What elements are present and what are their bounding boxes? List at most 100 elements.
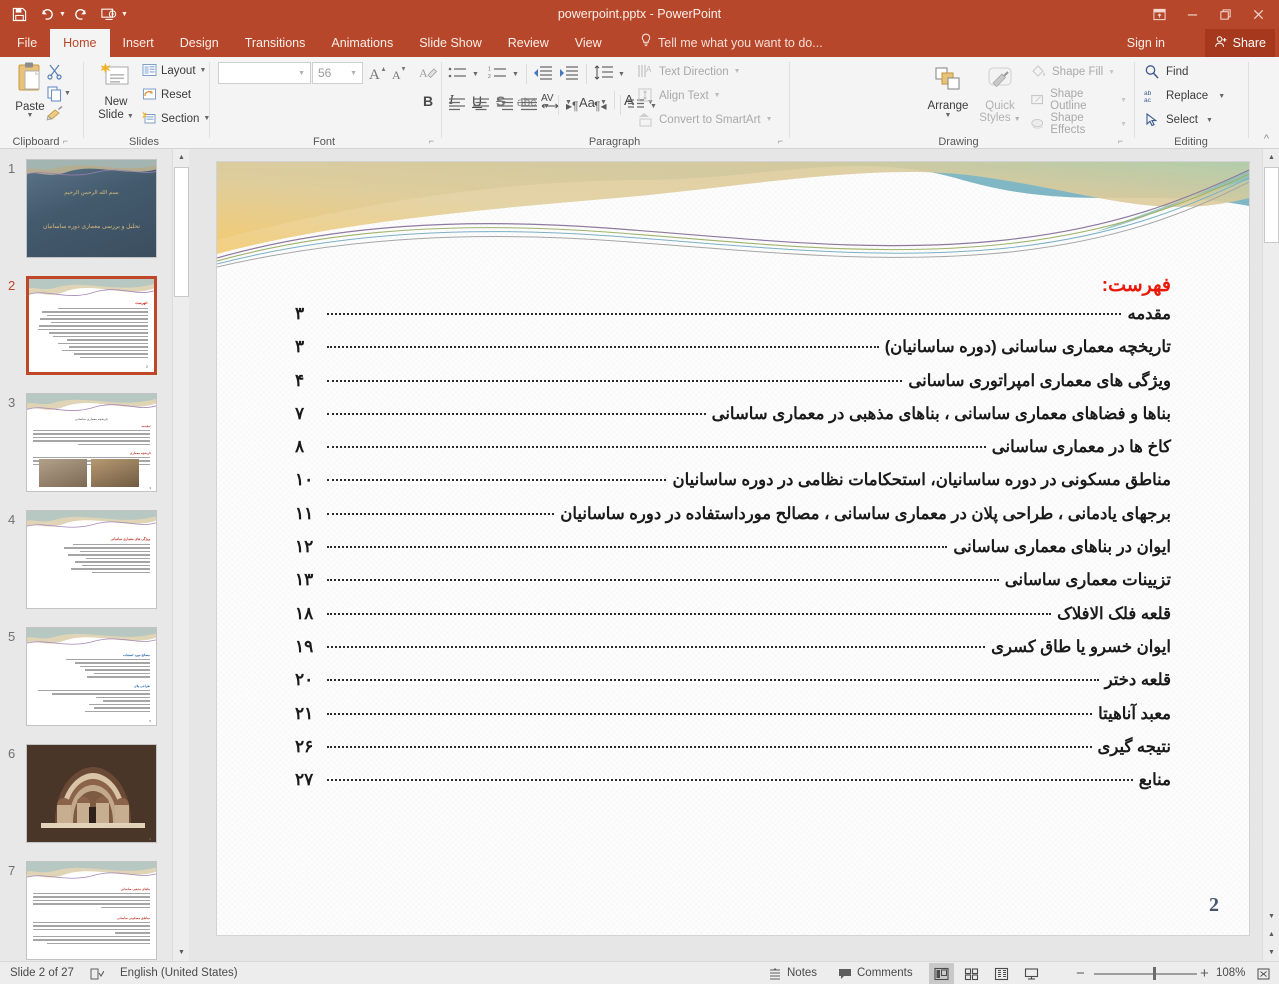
font-dialog-launcher[interactable]: ⌐ — [429, 136, 434, 146]
zoom-in-button[interactable]: + — [1200, 962, 1209, 984]
thumbnail-preview[interactable]: بناهای مذهبی ساسانی مناطق مسکونی ساسانی — [26, 861, 157, 960]
tab-view[interactable]: View — [562, 29, 615, 57]
slide-count-label[interactable]: Slide 2 of 27 — [10, 962, 74, 984]
thumbnail-scrollbar[interactable]: ▲ ▼ — [172, 149, 189, 961]
copy-dropdown-icon[interactable]: ▼ — [64, 90, 71, 97]
toc-entry[interactable]: نتیجه گیری ۲۶ — [295, 737, 1171, 770]
section-button[interactable]: Section▼ — [142, 111, 210, 126]
justify-dropdown-icon[interactable]: ▼ — [543, 103, 550, 110]
thumb-scroll-up-icon[interactable]: ▲ — [173, 149, 190, 166]
toc-entry[interactable]: معبد آناهیتا ۲۱ — [295, 704, 1171, 737]
clear-formatting-button[interactable]: A — [418, 63, 438, 86]
tab-home[interactable]: Home — [50, 29, 109, 57]
next-slide-icon[interactable]: ▼ — [1263, 944, 1279, 961]
font-size-dropdown-icon[interactable]: ▼ — [345, 70, 362, 77]
clipboard-dialog-launcher[interactable]: ⌐ — [63, 136, 68, 146]
align-left-button[interactable] — [448, 97, 466, 114]
font-size-input[interactable]: 56 ▼ — [312, 62, 363, 84]
thumbnail-slide-5[interactable]: 5 مصالح مورد استفاده طراحی پلان — [0, 627, 172, 737]
slide-thumbnail-panel[interactable]: 1 بسم الله الرحمن الرحیم تحلیل و بررسی م… — [0, 149, 172, 961]
increase-font-size-button[interactable]: A — [368, 63, 388, 86]
zoom-out-button[interactable]: − — [1076, 962, 1085, 984]
thumbnail-slide-6[interactable]: 6 — [0, 744, 172, 854]
bullets-dropdown-icon[interactable]: ▼ — [472, 71, 479, 78]
previous-slide-icon[interactable]: ▲ — [1263, 926, 1279, 943]
scroll-handle[interactable] — [1264, 167, 1279, 243]
align-right-button[interactable] — [496, 97, 514, 114]
line-spacing-button[interactable] — [594, 65, 614, 84]
thumbnail-preview[interactable]: فهرست: 2 — [26, 276, 157, 375]
toc-entry[interactable]: ویژگی های معماری امپراتوری ساسانی ۴ — [295, 371, 1171, 404]
shape-outline-button[interactable]: Shape Outline▼ — [1030, 88, 1127, 112]
shape-fill-button[interactable]: Shape Fill▼ — [1030, 64, 1115, 80]
numbering-dropdown-icon[interactable]: ▼ — [512, 71, 519, 78]
notes-button[interactable]: Notes — [768, 962, 817, 984]
thumbnail-preview[interactable]: Palacio de Laurin, Taq Kasra 6 — [26, 744, 157, 843]
layout-button[interactable]: Layout▼ — [142, 63, 206, 78]
replace-dropdown-icon[interactable]: ▼ — [1218, 93, 1225, 100]
select-button[interactable]: Select ▼ — [1144, 112, 1213, 128]
toc-entry[interactable]: برجهای یادمانی ، طراحی پلان در معماری سا… — [295, 504, 1171, 537]
tab-animations[interactable]: Animations — [318, 29, 406, 57]
text-direction-button[interactable]: A Text Direction▼ — [637, 63, 741, 80]
zoom-level-label[interactable]: 108% — [1216, 962, 1245, 984]
align-center-button[interactable] — [472, 97, 490, 114]
format-painter-button[interactable] — [46, 105, 64, 124]
zoom-slider-handle[interactable] — [1153, 967, 1156, 980]
toc-entry[interactable]: قلعه فلک الافلاک ۱۸ — [295, 604, 1171, 637]
line-spacing-dropdown-icon[interactable]: ▼ — [618, 71, 625, 78]
tab-file[interactable]: File — [4, 29, 50, 57]
justify-button[interactable] — [520, 97, 538, 114]
thumb-scroll-down-icon[interactable]: ▼ — [173, 944, 190, 961]
comments-button[interactable]: Comments — [838, 962, 913, 984]
columns-dropdown-icon[interactable]: ▼ — [650, 103, 657, 110]
numbering-button[interactable]: 12 — [488, 65, 508, 84]
scroll-down-icon[interactable]: ▼ — [1263, 908, 1279, 925]
tab-insert[interactable]: Insert — [110, 29, 167, 57]
toc-entry[interactable]: تاریخچه معماری ساسانی (دوره ساسانیان) ۳ — [295, 337, 1171, 370]
slide-vertical-scrollbar[interactable]: ▲ ▼ ▲ ▼ — [1262, 149, 1279, 961]
slideshow-icon[interactable] — [1019, 963, 1044, 984]
thumbnail-preview[interactable]: ویژگی های معماری ساسانی — [26, 510, 157, 609]
restore-icon[interactable] — [1209, 0, 1242, 29]
thumbnail-slide-7[interactable]: 7 بناهای مذهبی ساسانی مناطق مسکونی ساسان… — [0, 861, 172, 961]
ribbon-display-options-icon[interactable] — [1143, 0, 1176, 29]
toc-entry[interactable]: ایوان در بناهای معماری ساسانی ۱۲ — [295, 537, 1171, 570]
rtl-text-direction-button[interactable]: ¶◂ — [594, 99, 606, 113]
arrange-button[interactable]: Arrange ▼ — [923, 65, 973, 119]
tab-review[interactable]: Review — [495, 29, 562, 57]
cut-button[interactable] — [46, 63, 63, 83]
toc-entry[interactable]: بناها و فضاهای معماری ساسانی ، بناهای مذ… — [295, 404, 1171, 437]
toc-entry[interactable]: کاخ ها در معماری ساسانی ۸ — [295, 437, 1171, 470]
select-dropdown-icon[interactable]: ▼ — [1206, 117, 1213, 124]
tab-slide-show[interactable]: Slide Show — [406, 29, 495, 57]
copy-button[interactable] — [46, 85, 63, 105]
reset-button[interactable]: Reset — [142, 87, 191, 102]
spell-check-icon[interactable] — [90, 962, 104, 984]
decrease-indent-button[interactable] — [533, 65, 553, 84]
font-name-dropdown-icon[interactable]: ▼ — [293, 70, 310, 77]
decrease-font-size-button[interactable]: A — [390, 63, 410, 86]
bold-button[interactable]: B — [423, 93, 433, 109]
find-button[interactable]: Find — [1144, 64, 1188, 80]
thumbnail-slide-2[interactable]: 2 فهرست: — [0, 276, 172, 386]
collapse-ribbon-icon[interactable]: ^ — [1264, 133, 1269, 145]
tab-design[interactable]: Design — [167, 29, 232, 57]
thumbnail-slide-4[interactable]: 4 ویژگی های معماری ساسانی — [0, 510, 172, 620]
toc-entry[interactable]: مقدمه ۳ — [295, 304, 1171, 337]
fit-to-window-button[interactable] — [1256, 962, 1271, 984]
share-button[interactable]: Share — [1205, 29, 1275, 57]
arrange-dropdown-icon[interactable]: ▼ — [923, 112, 973, 119]
tab-transitions[interactable]: Transitions — [232, 29, 319, 57]
convert-to-smartart-button[interactable]: Convert to SmartArt▼ — [637, 111, 773, 128]
thumbnail-preview[interactable]: تاریخچه معماری ساسانی مقدمه: تاریخچه معم… — [26, 393, 157, 492]
tell-me-search[interactable]: Tell me what you want to do... — [640, 29, 823, 57]
language-label[interactable]: English (United States) — [120, 962, 238, 984]
bullets-button[interactable] — [448, 65, 468, 84]
align-text-button[interactable]: Align Text▼ — [637, 87, 721, 104]
replace-button[interactable]: abac Replace ▼ — [1144, 88, 1225, 104]
paragraph-dialog-launcher[interactable]: ⌐ — [778, 136, 783, 146]
normal-view-icon[interactable] — [929, 963, 954, 984]
thumbnail-preview[interactable]: بسم الله الرحمن الرحیم تحلیل و بررسی معم… — [26, 159, 157, 258]
toc-entry[interactable]: مناطق مسکونی در دوره ساسانیان، استحکامات… — [295, 470, 1171, 503]
